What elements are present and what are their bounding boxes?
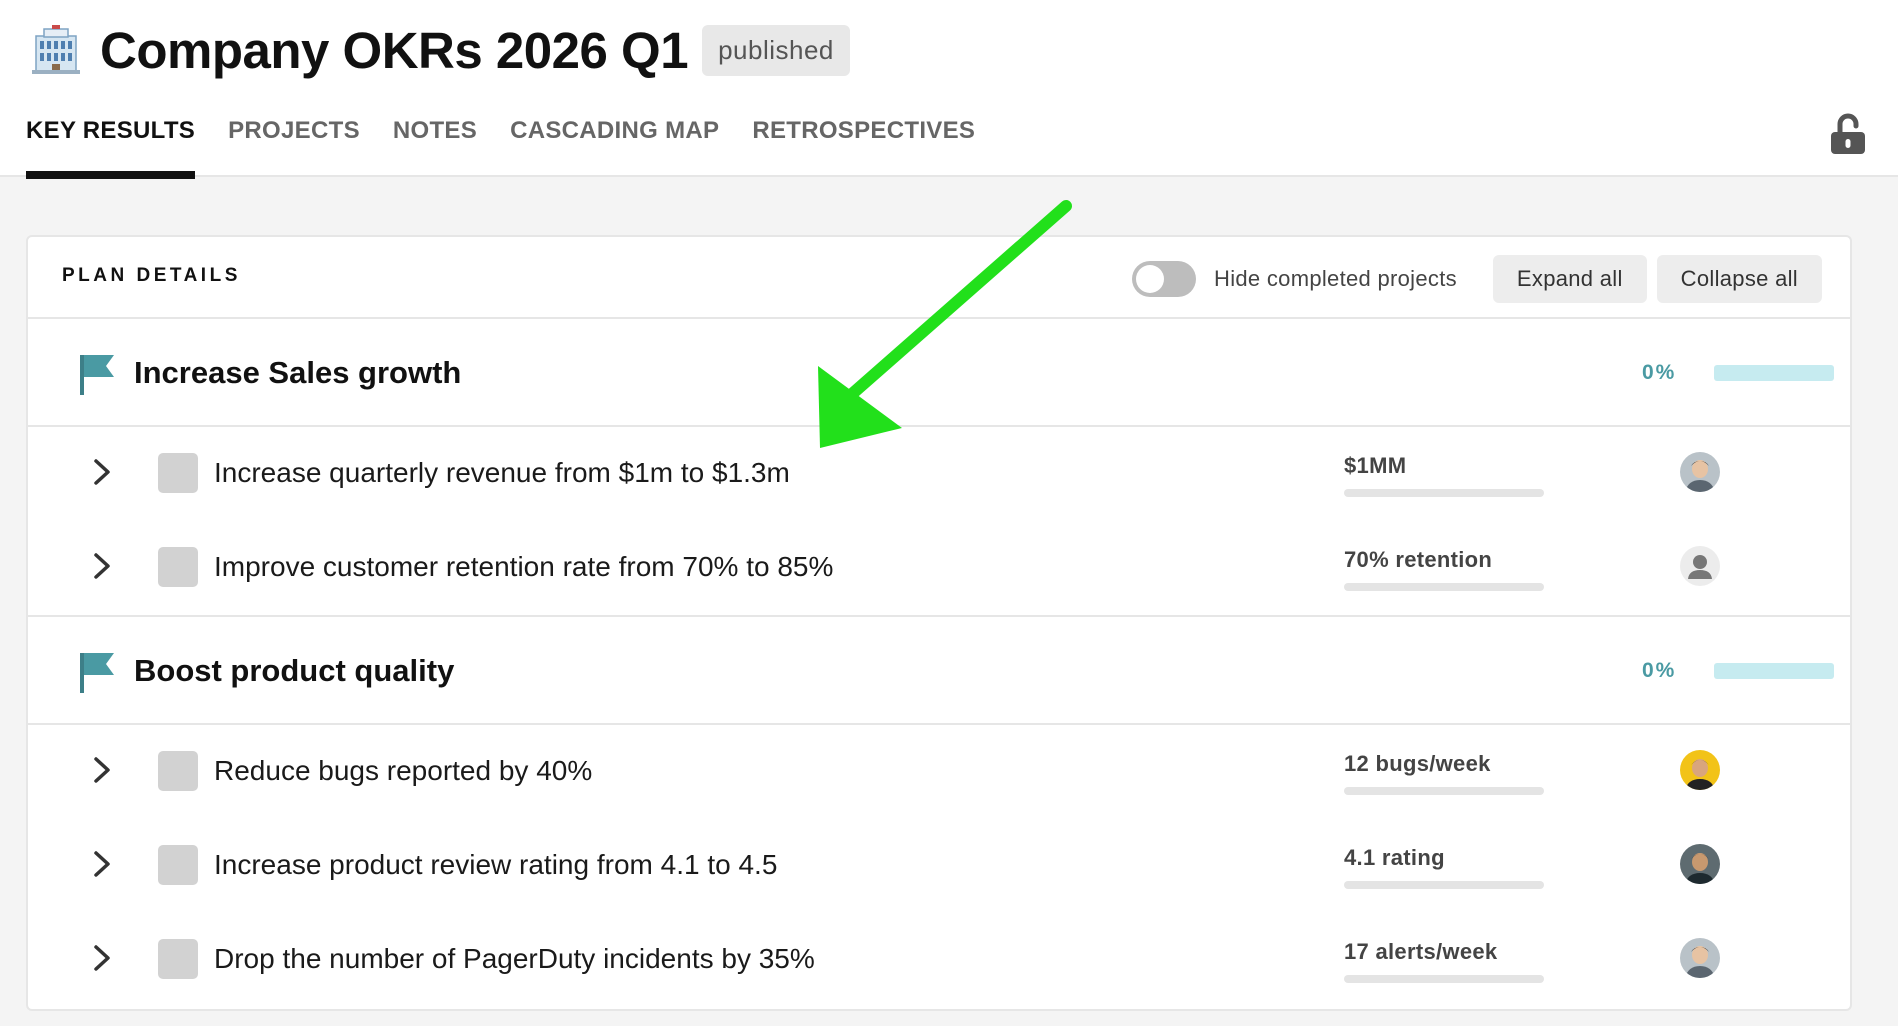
- key-result-progress-bar: [1344, 881, 1544, 889]
- key-result-progress-bar: [1344, 583, 1544, 591]
- flag-icon: [80, 355, 114, 395]
- key-result-metric: 12 bugs/week: [1344, 751, 1491, 776]
- key-result-row[interactable]: Improve customer retention rate from 70%…: [28, 521, 1850, 615]
- key-result-title[interactable]: Drop the number of PagerDuty incidents b…: [214, 943, 815, 975]
- tab-cascading-map[interactable]: CASCADING MAP: [510, 112, 719, 177]
- key-result-row[interactable]: Drop the number of PagerDuty incidents b…: [28, 913, 1850, 1007]
- chevron-right-icon[interactable]: [90, 551, 114, 581]
- chevron-right-icon[interactable]: [90, 457, 114, 487]
- key-result-title[interactable]: Increase product review rating from 4.1 …: [214, 849, 777, 881]
- key-result-checkbox[interactable]: [158, 845, 198, 885]
- chevron-right-icon[interactable]: [90, 849, 114, 879]
- status-badge: published: [702, 24, 850, 76]
- photo-avatar-icon[interactable]: [1680, 452, 1720, 492]
- key-result-progress-bar: [1344, 975, 1544, 983]
- key-result-row[interactable]: Increase quarterly revenue from $1m to $…: [28, 427, 1850, 521]
- header-controls: Hide completed projects Expand all Colla…: [1132, 255, 1822, 303]
- office-building-icon: [32, 25, 80, 74]
- key-result-title[interactable]: Reduce bugs reported by 40%: [214, 755, 592, 787]
- objective-title: Boost product quality: [134, 653, 455, 688]
- tab-notes[interactable]: NOTES: [393, 112, 477, 177]
- hide-completed-toggle[interactable]: [1132, 261, 1197, 297]
- objective-row[interactable]: Boost product quality 0%: [28, 617, 1850, 725]
- plan-details-panel: PLAN DETAILS Hide completed projects Exp…: [26, 235, 1852, 1011]
- objective-title: Increase Sales growth: [134, 355, 462, 390]
- key-result-checkbox[interactable]: [158, 751, 198, 791]
- photo-avatar-icon[interactable]: [1680, 750, 1720, 790]
- key-result-metric: 17 alerts/week: [1344, 939, 1498, 964]
- tab-bar: KEY RESULTS PROJECTS NOTES CASCADING MAP…: [26, 112, 1008, 179]
- photo-avatar-icon[interactable]: [1680, 938, 1720, 978]
- top-bar: Company OKRs 2026 Q1 published KEY RESUL…: [0, 0, 1898, 179]
- key-result-row[interactable]: Reduce bugs reported by 40% 12 bugs/week: [28, 725, 1850, 819]
- key-results-group: Reduce bugs reported by 40% 12 bugs/week…: [28, 725, 1850, 1007]
- key-result-title[interactable]: Increase quarterly revenue from $1m to $…: [214, 457, 790, 489]
- page-title: Company OKRs 2026 Q1: [100, 21, 689, 79]
- key-result-progress-bar: [1344, 787, 1544, 795]
- collapse-all-button[interactable]: Collapse all: [1656, 255, 1822, 303]
- unlock-icon[interactable]: [1828, 112, 1868, 156]
- expand-all-button[interactable]: Expand all: [1492, 255, 1647, 303]
- objective-progress-bar: [1714, 663, 1834, 679]
- key-result-metric: 4.1 rating: [1344, 845, 1445, 870]
- key-result-checkbox[interactable]: [158, 453, 198, 493]
- key-result-progress-bar: [1344, 489, 1544, 497]
- key-result-row[interactable]: Increase product review rating from 4.1 …: [28, 819, 1850, 913]
- key-result-checkbox[interactable]: [158, 939, 198, 979]
- objective-progress-label: 0%: [1642, 361, 1677, 384]
- key-results-group: Increase quarterly revenue from $1m to $…: [28, 427, 1850, 617]
- panel-title: PLAN DETAILS: [62, 265, 241, 286]
- tab-retrospectives[interactable]: RETROSPECTIVES: [752, 112, 975, 177]
- key-result-title[interactable]: Improve customer retention rate from 70%…: [214, 551, 833, 583]
- flag-icon: [80, 653, 114, 693]
- tab-projects[interactable]: PROJECTS: [228, 112, 360, 177]
- user-placeholder-icon[interactable]: [1680, 546, 1720, 586]
- panel-header: PLAN DETAILS Hide completed projects Exp…: [28, 237, 1850, 319]
- title-row: Company OKRs 2026 Q1 published: [30, 14, 850, 86]
- objective-progress-bar: [1714, 365, 1834, 381]
- chevron-right-icon[interactable]: [90, 943, 114, 973]
- key-result-checkbox[interactable]: [158, 547, 198, 587]
- key-result-metric: 70% retention: [1344, 547, 1493, 572]
- objective-progress-label: 0%: [1642, 659, 1677, 682]
- hide-completed-label: Hide completed projects: [1214, 266, 1457, 291]
- chevron-right-icon[interactable]: [90, 755, 114, 785]
- tab-key-results[interactable]: KEY RESULTS: [26, 112, 196, 179]
- photo-avatar-icon[interactable]: [1680, 844, 1720, 884]
- key-result-metric: $1MM: [1344, 453, 1407, 478]
- objective-row[interactable]: Increase Sales growth 0%: [28, 319, 1850, 427]
